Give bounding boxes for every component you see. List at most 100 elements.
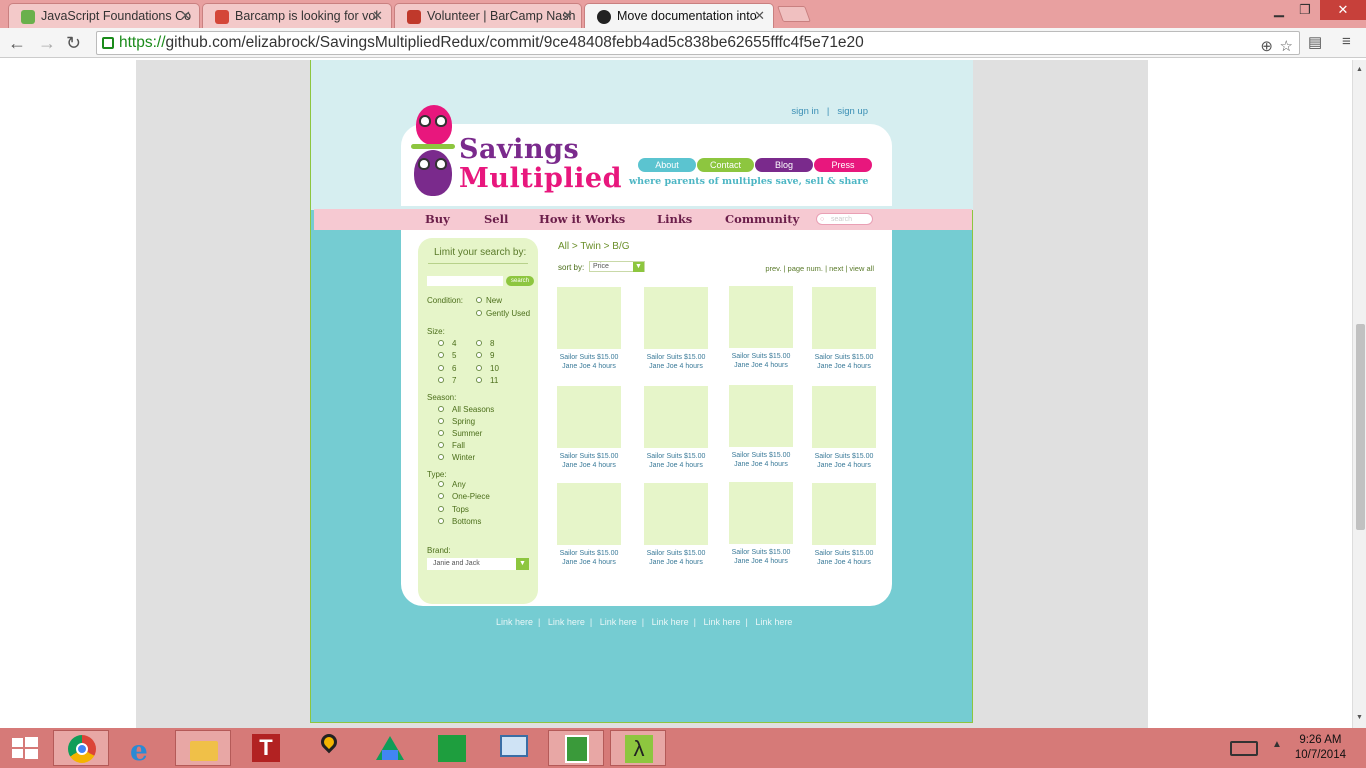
zoom-icon[interactable]: ⊕ [1260, 36, 1273, 58]
nav-how-it-works[interactable]: How it Works [539, 212, 625, 226]
radio-spring[interactable] [438, 418, 444, 424]
window-close-button[interactable]: ✕ [1320, 0, 1366, 20]
product-card[interactable]: Sailor Suits $15.00 Jane Joe 4 hours [557, 483, 621, 567]
footer-link[interactable]: Link here [755, 617, 792, 627]
radio-size-11[interactable] [476, 377, 482, 383]
nav-buy[interactable]: Buy [425, 212, 450, 226]
nav-links[interactable]: Links [657, 212, 692, 226]
radio-fall[interactable] [438, 442, 444, 448]
footer-link[interactable]: Link here [600, 617, 637, 627]
google-drive-taskbar-icon[interactable] [362, 730, 418, 766]
radio-new[interactable] [476, 297, 482, 303]
internet-explorer-taskbar-icon[interactable]: e [116, 730, 172, 767]
sort-select[interactable]: Price ▼ [589, 261, 645, 272]
radio-one-piece[interactable] [438, 493, 444, 499]
nav-sell[interactable]: Sell [484, 212, 508, 226]
press-pill-button[interactable]: Press [814, 158, 872, 172]
product-thumbnail[interactable] [557, 386, 621, 448]
product-thumbnail[interactable] [729, 385, 793, 447]
radio-winter[interactable] [438, 454, 444, 460]
radio-size-6[interactable] [438, 365, 444, 371]
product-card[interactable]: Sailor Suits $15.00 Jane Joe 4 hours [812, 483, 876, 567]
address-bar[interactable]: https://github.com/elizabrock/SavingsMul… [96, 31, 1300, 55]
filter-search-button[interactable]: search [506, 276, 534, 286]
browser-tab-active[interactable]: Move documentation into ✕ [584, 3, 774, 29]
product-card[interactable]: Sailor Suits $15.00 Jane Joe 4 hours [729, 286, 793, 370]
file-explorer-taskbar-icon[interactable] [175, 730, 231, 766]
chrome-taskbar-icon[interactable] [53, 730, 109, 766]
blog-pill-button[interactable]: Blog [755, 158, 813, 172]
browser-tab[interactable]: Barcamp is looking for vol ✕ [202, 3, 392, 28]
chevron-up-icon[interactable]: ▲ [1272, 739, 1282, 750]
product-card[interactable]: Sailor Suits $15.00 Jane Joe 4 hours [557, 386, 621, 470]
browser-tab[interactable]: Volunteer | BarCamp Nash ✕ [394, 3, 582, 28]
scroll-up-icon[interactable]: ▲ [1356, 66, 1363, 73]
maps-pin-taskbar-icon[interactable] [300, 730, 356, 766]
radio-size-10[interactable] [476, 365, 482, 371]
radio-any[interactable] [438, 481, 444, 487]
radio-size-7[interactable] [438, 377, 444, 383]
minimize-button[interactable]: ▁ [1266, 0, 1292, 20]
product-card[interactable]: Sailor Suits $15.00 Jane Joe 4 hours [557, 287, 621, 371]
radio-size-9[interactable] [476, 352, 482, 358]
about-pill-button[interactable]: About [638, 158, 696, 172]
close-icon[interactable]: ✕ [372, 8, 383, 24]
product-card[interactable]: Sailor Suits $15.00 Jane Joe 4 hours [644, 483, 708, 567]
product-thumbnail[interactable] [729, 482, 793, 544]
nav-search-input[interactable]: ○ search [816, 213, 873, 225]
system-clock[interactable]: 9:26 AM 10/7/2014 [1295, 733, 1346, 763]
product-card[interactable]: Sailor Suits $15.00 Jane Joe 4 hours [729, 385, 793, 469]
product-thumbnail[interactable] [812, 287, 876, 349]
product-thumbnail[interactable] [729, 286, 793, 348]
product-card[interactable]: Sailor Suits $15.00 Jane Joe 4 hours [729, 482, 793, 566]
browser-tab[interactable]: JavaScript Foundations Co ✕ [8, 3, 200, 28]
windows-start-icon[interactable] [12, 737, 38, 759]
new-tab-button[interactable] [777, 6, 811, 22]
close-icon[interactable]: ✕ [180, 8, 191, 24]
product-thumbnail[interactable] [812, 483, 876, 545]
nav-community[interactable]: Community [725, 212, 799, 226]
scroll-down-icon[interactable]: ▼ [1356, 714, 1363, 721]
radio-size-4[interactable] [438, 340, 444, 346]
page-scrollbar[interactable]: ▲ ▼ [1352, 60, 1366, 728]
menu-icon[interactable]: ≡ [1342, 33, 1351, 50]
product-thumbnail[interactable] [644, 483, 708, 545]
product-thumbnail[interactable] [644, 386, 708, 448]
keyboard-icon[interactable] [1230, 741, 1258, 756]
footer-link[interactable]: Link here [496, 617, 533, 627]
footer-link[interactable]: Link here [548, 617, 585, 627]
radio-tops[interactable] [438, 506, 444, 512]
control-panel-taskbar-icon[interactable] [486, 730, 542, 766]
reload-icon[interactable]: ↻ [66, 33, 81, 54]
brand-select[interactable]: Janie and Jack ▼ [427, 558, 529, 570]
product-thumbnail[interactable] [557, 287, 621, 349]
footer-link[interactable]: Link here [704, 617, 741, 627]
back-arrow-icon[interactable]: ← [8, 33, 26, 54]
radio-all-seasons[interactable] [438, 406, 444, 412]
product-thumbnail[interactable] [644, 287, 708, 349]
radio-size-5[interactable] [438, 352, 444, 358]
sign-up-link[interactable]: sign up [837, 106, 868, 117]
product-card[interactable]: Sailor Suits $15.00 Jane Joe 4 hours [644, 386, 708, 470]
product-card[interactable]: Sailor Suits $15.00 Jane Joe 4 hours [644, 287, 708, 371]
scrollbar-thumb[interactable] [1356, 324, 1365, 530]
extension-icon[interactable]: ▤ [1308, 33, 1322, 51]
restore-button[interactable]: ❐ [1292, 0, 1318, 20]
footer-link[interactable]: Link here [652, 617, 689, 627]
editor-taskbar-icon[interactable] [548, 730, 604, 766]
sign-in-link[interactable]: sign in [791, 106, 818, 117]
forward-arrow-icon[interactable]: → [38, 33, 56, 54]
close-icon[interactable]: ✕ [562, 8, 573, 24]
product-thumbnail[interactable] [812, 386, 876, 448]
bookmark-star-icon[interactable]: ☆ [1280, 36, 1293, 58]
windows-store-taskbar-icon[interactable] [424, 730, 480, 766]
radio-bottoms[interactable] [438, 518, 444, 524]
contact-pill-button[interactable]: Contact [697, 158, 754, 172]
tasktop-taskbar-icon[interactable]: T [238, 730, 294, 766]
product-thumbnail[interactable] [557, 483, 621, 545]
product-card[interactable]: Sailor Suits $15.00 Jane Joe 4 hours [812, 386, 876, 470]
radio-summer[interactable] [438, 430, 444, 436]
close-icon[interactable]: ✕ [754, 8, 765, 24]
pagination[interactable]: prev. | page num. | next | view all [765, 264, 874, 273]
radio-size-8[interactable] [476, 340, 482, 346]
